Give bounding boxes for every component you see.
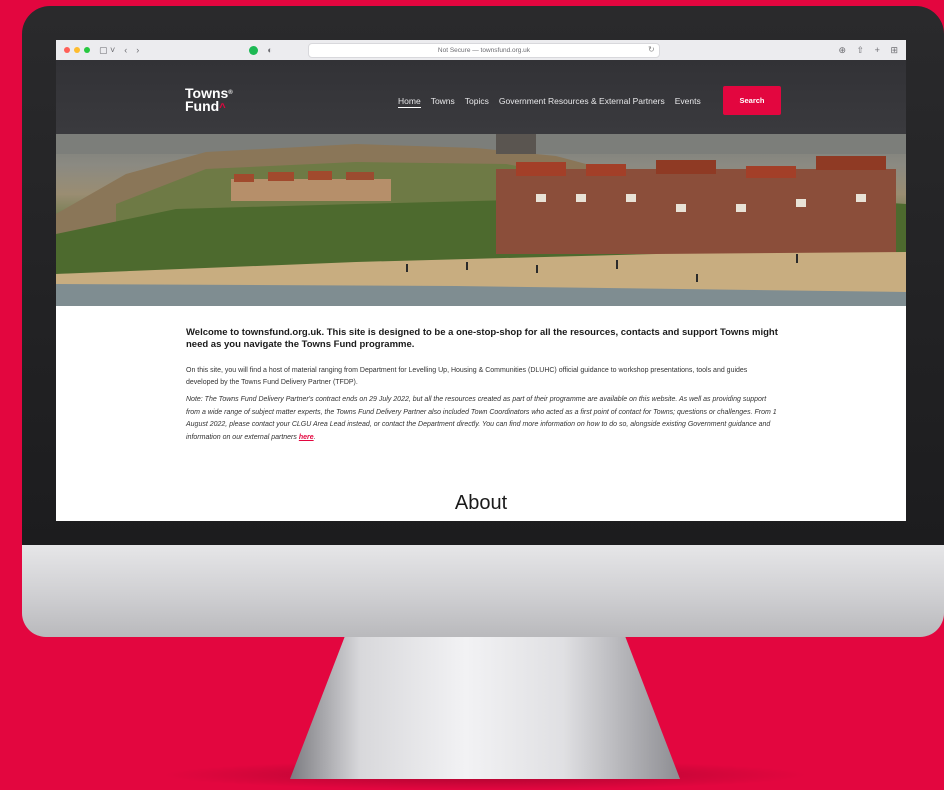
minimize-window-button[interactable] <box>74 47 80 53</box>
nav-events[interactable]: Events <box>675 95 701 108</box>
tab-overview-icon[interactable]: ⊞ <box>890 45 898 55</box>
monitor-screen: ▢ ˅ ‹ › ◐ Not Secure — townsfund.org.uk … <box>56 40 906 521</box>
note-end: . <box>313 433 316 441</box>
address-bar[interactable]: Not Secure — townsfund.org.uk <box>308 43 660 58</box>
monitor-chin <box>22 545 944 637</box>
nav-home[interactable]: Home <box>398 95 421 108</box>
nav-towns[interactable]: Towns <box>431 95 455 108</box>
note-body: Note: The Towns Fund Delivery Partner's … <box>186 396 777 441</box>
reload-icon[interactable]: ↻ <box>648 43 655 57</box>
share-icon[interactable]: ⇧ <box>857 45 865 55</box>
forward-icon[interactable]: › <box>136 40 139 60</box>
monitor-stand <box>290 637 680 779</box>
hero-image <box>56 134 906 306</box>
extension-icon[interactable] <box>249 45 259 55</box>
sidebar-icon[interactable]: ▢ ˅ <box>99 40 115 60</box>
download-icon[interactable]: ⊕ <box>839 45 847 55</box>
site-logo[interactable]: Towns® Fund^ <box>185 86 233 115</box>
hero-photo-drawing <box>56 134 906 306</box>
close-window-button[interactable] <box>64 47 70 53</box>
nav-topics[interactable]: Topics <box>465 95 489 108</box>
registered-mark: ® <box>228 90 233 96</box>
main-nav: Home Towns Topics Government Resources &… <box>398 95 701 108</box>
privacy-shield-icon[interactable]: ◐ <box>267 40 272 60</box>
here-link[interactable]: here <box>299 434 314 441</box>
note-text: Note: The Towns Fund Delivery Partner's … <box>186 394 781 444</box>
zoom-window-button[interactable] <box>84 47 90 53</box>
intro-text: On this site, you will find a host of ma… <box>186 367 748 386</box>
logo-chevron-icon: ^ <box>219 102 226 114</box>
browser-toolbar: ▢ ˅ ‹ › ◐ Not Secure — townsfund.org.uk … <box>56 40 906 61</box>
nav-government-resources[interactable]: Government Resources & External Partners <box>499 95 665 108</box>
search-button[interactable]: Search <box>723 86 781 115</box>
welcome-section: Welcome to townsfund.org.uk. This site i… <box>186 327 781 444</box>
new-tab-icon[interactable]: + <box>875 45 880 55</box>
back-icon[interactable]: ‹ <box>124 40 127 60</box>
welcome-text: Welcome to townsfund.org.uk. This site i… <box>186 327 778 350</box>
about-heading: About <box>454 492 508 514</box>
logo-text-fund: Fund <box>185 98 220 114</box>
